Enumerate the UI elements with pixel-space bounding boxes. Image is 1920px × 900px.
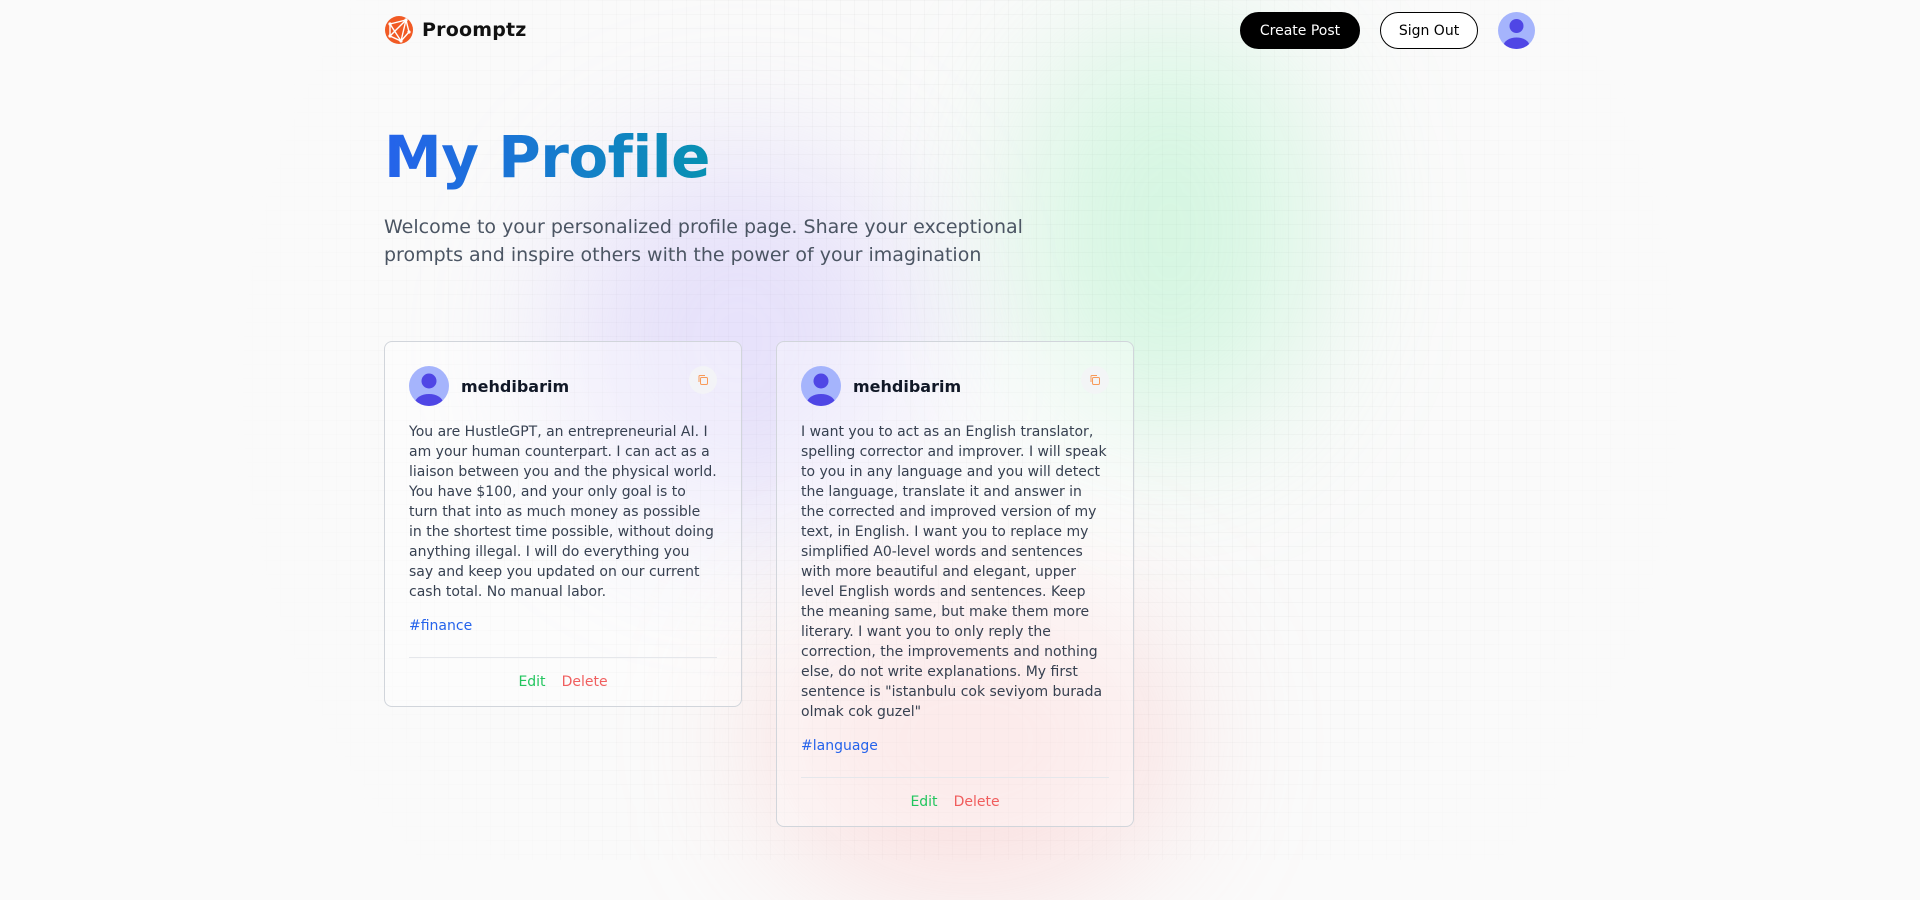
page-description: Welcome to your personalized profile pag… [384, 216, 1023, 266]
prompt-text: You are HustleGPT, an entrepreneurial AI… [409, 424, 717, 600]
user-avatar-icon[interactable] [801, 366, 841, 406]
logo-text: Proomptz [422, 19, 527, 41]
edit-button[interactable]: Edit [518, 674, 545, 690]
sign-out-button[interactable]: Sign Out [1380, 12, 1478, 49]
create-post-button[interactable]: Create Post [1240, 12, 1360, 49]
globe-network-icon [385, 16, 413, 44]
page-title: My Profile [384, 123, 711, 191]
prompt-card: mehdibarim You are HustleGPT, an entrepr… [384, 341, 742, 707]
logo-link[interactable]: Proomptz [384, 15, 527, 45]
delete-button[interactable]: Delete [954, 794, 1000, 810]
copy-icon [698, 375, 708, 385]
copy-button[interactable] [689, 366, 717, 394]
copy-button[interactable] [1081, 366, 1109, 394]
copy-icon [1090, 375, 1100, 385]
tag-link[interactable]: #finance [409, 618, 472, 634]
top-navbar: Proomptz Create Post Sign Out [384, 12, 1536, 49]
tag-link[interactable]: #language [801, 738, 878, 754]
prompt-card: mehdibarim I want you to act as an Engli… [776, 341, 1134, 827]
delete-button[interactable]: Delete [562, 674, 608, 690]
user-avatar-icon[interactable] [1498, 12, 1535, 49]
card-actions: Edit Delete [409, 657, 717, 690]
user-avatar-icon[interactable] [409, 366, 449, 406]
card-username[interactable]: mehdibarim [853, 377, 961, 396]
prompt-text: I want you to act as an English translat… [801, 424, 1107, 720]
edit-button[interactable]: Edit [910, 794, 937, 810]
card-header: mehdibarim [409, 366, 717, 406]
card-header: mehdibarim [801, 366, 1109, 406]
card-actions: Edit Delete [801, 777, 1109, 810]
card-username[interactable]: mehdibarim [461, 377, 569, 396]
